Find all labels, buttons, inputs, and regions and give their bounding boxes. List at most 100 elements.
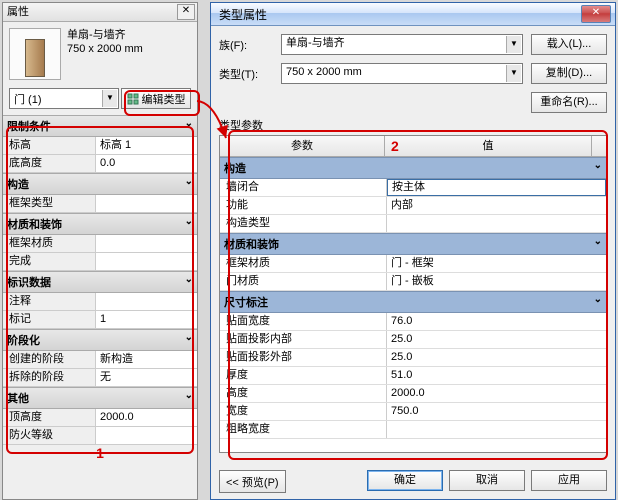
load-button[interactable]: 载入(L)...: [531, 34, 607, 55]
property-value[interactable]: 标高 1: [96, 137, 197, 154]
property-row[interactable]: 拆除的阶段无: [3, 369, 197, 387]
category-header[interactable]: 构造⌄: [220, 157, 606, 179]
section-header[interactable]: 其他⌄: [3, 387, 197, 409]
property-row[interactable]: 框架材质: [3, 235, 197, 253]
property-row[interactable]: 注释: [3, 293, 197, 311]
family-name: 单扇-与墙齐: [67, 28, 143, 42]
family-thumbnail: [9, 28, 61, 80]
category-title: 构造: [224, 163, 246, 175]
param-value[interactable]: 内部: [387, 197, 606, 214]
preview-button[interactable]: << 预览(P): [219, 470, 286, 493]
section-header[interactable]: 材质和装饰⌄: [3, 213, 197, 235]
type-param-row[interactable]: 门材质门 - 嵌板: [220, 273, 606, 291]
rename-button[interactable]: 重命名(R)...: [531, 92, 607, 113]
type-params-body: 构造⌄墙闭合按主体功能内部构造类型材质和装饰⌄框架材质门 - 框架门材质门 - …: [220, 157, 606, 439]
instance-selector[interactable]: 门 (1) ▼: [9, 88, 119, 109]
type-combo[interactable]: 750 x 2000 mm ▼: [281, 63, 523, 84]
section-header[interactable]: 构造⌄: [3, 173, 197, 195]
param-label: 构造类型: [220, 215, 387, 232]
door-icon: [25, 39, 45, 77]
type-param-row[interactable]: 贴面宽度76.0: [220, 313, 606, 331]
cancel-button[interactable]: 取消: [449, 470, 525, 491]
property-label: 创建的阶段: [3, 351, 96, 368]
property-row[interactable]: 标记1: [3, 311, 197, 329]
type-param-row[interactable]: 高度2000.0: [220, 385, 606, 403]
property-label: 框架类型: [3, 195, 96, 212]
type-param-row[interactable]: 构造类型: [220, 215, 606, 233]
param-label: 粗略宽度: [220, 421, 387, 438]
chevron-down-icon: ▼: [506, 36, 521, 53]
property-value[interactable]: 新构造: [96, 351, 197, 368]
property-value[interactable]: [96, 253, 197, 270]
property-value[interactable]: [96, 195, 197, 212]
param-value[interactable]: 2000.0: [387, 385, 606, 402]
param-label: 贴面投影内部: [220, 331, 387, 348]
category-header[interactable]: 材质和装饰⌄: [220, 233, 606, 255]
properties-title-text: 属性: [7, 6, 29, 18]
family-size: 750 x 2000 mm: [67, 42, 143, 56]
type-param-row[interactable]: 贴面投影外部25.0: [220, 349, 606, 367]
param-label: 墙闭合: [220, 179, 387, 196]
type-param-row[interactable]: 粗略宽度: [220, 421, 606, 439]
property-row[interactable]: 标高标高 1: [3, 137, 197, 155]
property-row[interactable]: 顶高度2000.0: [3, 409, 197, 427]
expand-icon: ⌄: [594, 294, 602, 305]
param-value[interactable]: 按主体: [387, 179, 606, 196]
property-row[interactable]: 防火等级: [3, 427, 197, 445]
ok-button[interactable]: 确定: [367, 470, 443, 491]
param-value[interactable]: 门 - 框架: [387, 255, 606, 272]
chevron-down-icon: ▼: [102, 90, 117, 107]
param-label: 框架材质: [220, 255, 387, 272]
property-value[interactable]: 无: [96, 369, 197, 386]
section-header[interactable]: 阶段化⌄: [3, 329, 197, 351]
apply-button[interactable]: 应用: [531, 470, 607, 491]
type-param-row[interactable]: 厚度51.0: [220, 367, 606, 385]
duplicate-label: 复制(D)...: [546, 67, 592, 79]
type-param-row[interactable]: 墙闭合按主体: [220, 179, 606, 197]
duplicate-button[interactable]: 复制(D)...: [531, 63, 607, 84]
properties-sections: 限制条件⌄标高标高 1底高度0.0构造⌄框架类型材质和装饰⌄框架材质完成标识数据…: [3, 115, 197, 445]
ok-label: 确定: [394, 474, 416, 486]
property-value[interactable]: 0.0: [96, 155, 197, 172]
property-value[interactable]: 2000.0: [96, 409, 197, 426]
family-combo[interactable]: 单扇-与墙齐 ▼: [281, 34, 523, 55]
param-value[interactable]: 25.0: [387, 331, 606, 348]
property-label: 标高: [3, 137, 96, 154]
param-value[interactable]: 门 - 嵌板: [387, 273, 606, 290]
param-label: 厚度: [220, 367, 387, 384]
param-value[interactable]: 750.0: [387, 403, 606, 420]
property-value[interactable]: 1: [96, 311, 197, 328]
dialog-titlebar[interactable]: 类型属性 ✕: [211, 3, 615, 26]
param-value[interactable]: 25.0: [387, 349, 606, 366]
property-value[interactable]: [96, 235, 197, 252]
property-row[interactable]: 框架类型: [3, 195, 197, 213]
type-properties-dialog: 类型属性 ✕ 族(F): 单扇-与墙齐 ▼ 类型(T): 750 x 2000 …: [210, 2, 616, 500]
param-value[interactable]: 76.0: [387, 313, 606, 330]
param-value[interactable]: [387, 215, 606, 232]
dialog-footer: << 预览(P) 确定 取消 应用: [219, 470, 607, 493]
edit-type-button[interactable]: 编辑类型: [121, 88, 191, 109]
property-row[interactable]: 完成: [3, 253, 197, 271]
cancel-label: 取消: [476, 474, 498, 486]
type-param-row[interactable]: 功能内部: [220, 197, 606, 215]
type-param-row[interactable]: 贴面投影内部25.0: [220, 331, 606, 349]
param-label: 门材质: [220, 273, 387, 290]
type-params-table: 参数 2 值 构造⌄墙闭合按主体功能内部构造类型材质和装饰⌄框架材质门 - 框架…: [219, 135, 607, 453]
close-panel-button[interactable]: ✕: [177, 4, 195, 20]
rename-label: 重命名(R)...: [540, 96, 597, 108]
section-header[interactable]: 标识数据⌄: [3, 271, 197, 293]
property-value[interactable]: [96, 427, 197, 444]
property-row[interactable]: 创建的阶段新构造: [3, 351, 197, 369]
section-title: 构造: [7, 179, 29, 191]
type-param-row[interactable]: 宽度750.0: [220, 403, 606, 421]
property-value[interactable]: [96, 293, 197, 310]
family-text: 单扇-与墙齐 750 x 2000 mm: [67, 28, 143, 80]
property-row[interactable]: 底高度0.0: [3, 155, 197, 173]
param-value[interactable]: 51.0: [387, 367, 606, 384]
param-value[interactable]: [387, 421, 606, 438]
category-header[interactable]: 尺寸标注⌄: [220, 291, 606, 313]
section-header[interactable]: 限制条件⌄: [3, 115, 197, 137]
section-title: 其他: [7, 393, 29, 405]
close-dialog-button[interactable]: ✕: [581, 5, 611, 23]
type-param-row[interactable]: 框架材质门 - 框架: [220, 255, 606, 273]
